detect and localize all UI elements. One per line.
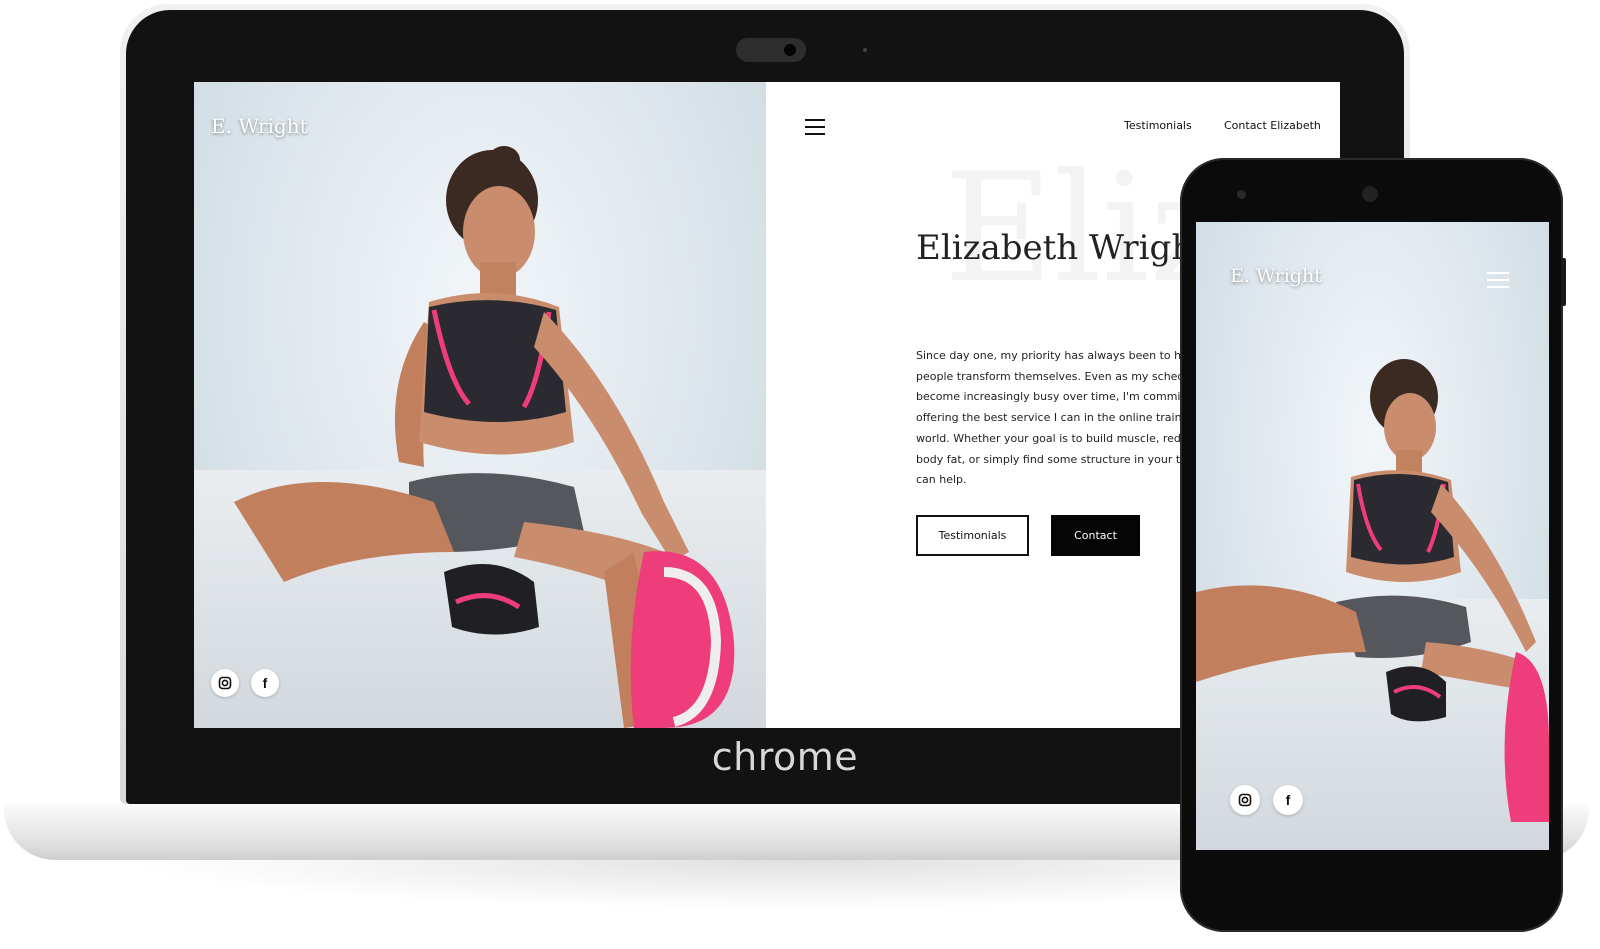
phone-side-button [1561, 258, 1566, 306]
mobile-site-logo[interactable]: E. Wright [1230, 265, 1322, 287]
mobile-instagram-icon[interactable] [1230, 785, 1260, 815]
hero-description: Since day one, my priority has always be… [916, 346, 1216, 491]
laptop-screen: E. Wright f Eliz Testimonials Contact El… [194, 82, 1340, 728]
site-logo[interactable]: E. Wright [211, 114, 308, 138]
athlete-stretching-illustration [234, 146, 735, 728]
phone-camera [1237, 190, 1246, 199]
mobile-facebook-icon[interactable]: f [1273, 785, 1303, 815]
sensor-dot [863, 48, 867, 52]
mobile-menu-icon[interactable] [1487, 272, 1509, 288]
phone-screen: E. Wright f [1196, 222, 1549, 850]
description-line: body fat, or simply find some structure … [916, 452, 1192, 466]
hero-photo: E. Wright f [194, 82, 766, 728]
description-line: people transform themselves. Even as my … [916, 369, 1185, 383]
description-line: Since day one, my priority has always be… [916, 349, 1188, 362]
chrome-brand-label: chrome [711, 735, 859, 779]
testimonials-button[interactable]: Testimonials [916, 515, 1029, 556]
mobile-hero-photo: E. Wright f [1196, 222, 1549, 850]
instagram-icon[interactable] [211, 669, 239, 697]
description-line: can help. [916, 473, 967, 487]
nav-contact-elizabeth[interactable]: Contact Elizabeth [1224, 119, 1321, 132]
nav-testimonials[interactable]: Testimonials [1124, 119, 1192, 132]
athlete-stretching-illustration [1196, 359, 1549, 822]
menu-icon[interactable] [805, 119, 825, 135]
description-line: offering the best service I can in the o… [916, 411, 1185, 425]
description-line: world. Whether your goal is to build mus… [916, 431, 1188, 445]
description-line: become increasingly busy over time, I'm … [916, 390, 1185, 404]
facebook-icon[interactable]: f [251, 669, 279, 697]
contact-button[interactable]: Contact [1051, 515, 1140, 556]
webcam [736, 38, 806, 62]
page-title: Elizabeth Wright [916, 228, 1207, 268]
phone-speaker [1362, 186, 1378, 202]
